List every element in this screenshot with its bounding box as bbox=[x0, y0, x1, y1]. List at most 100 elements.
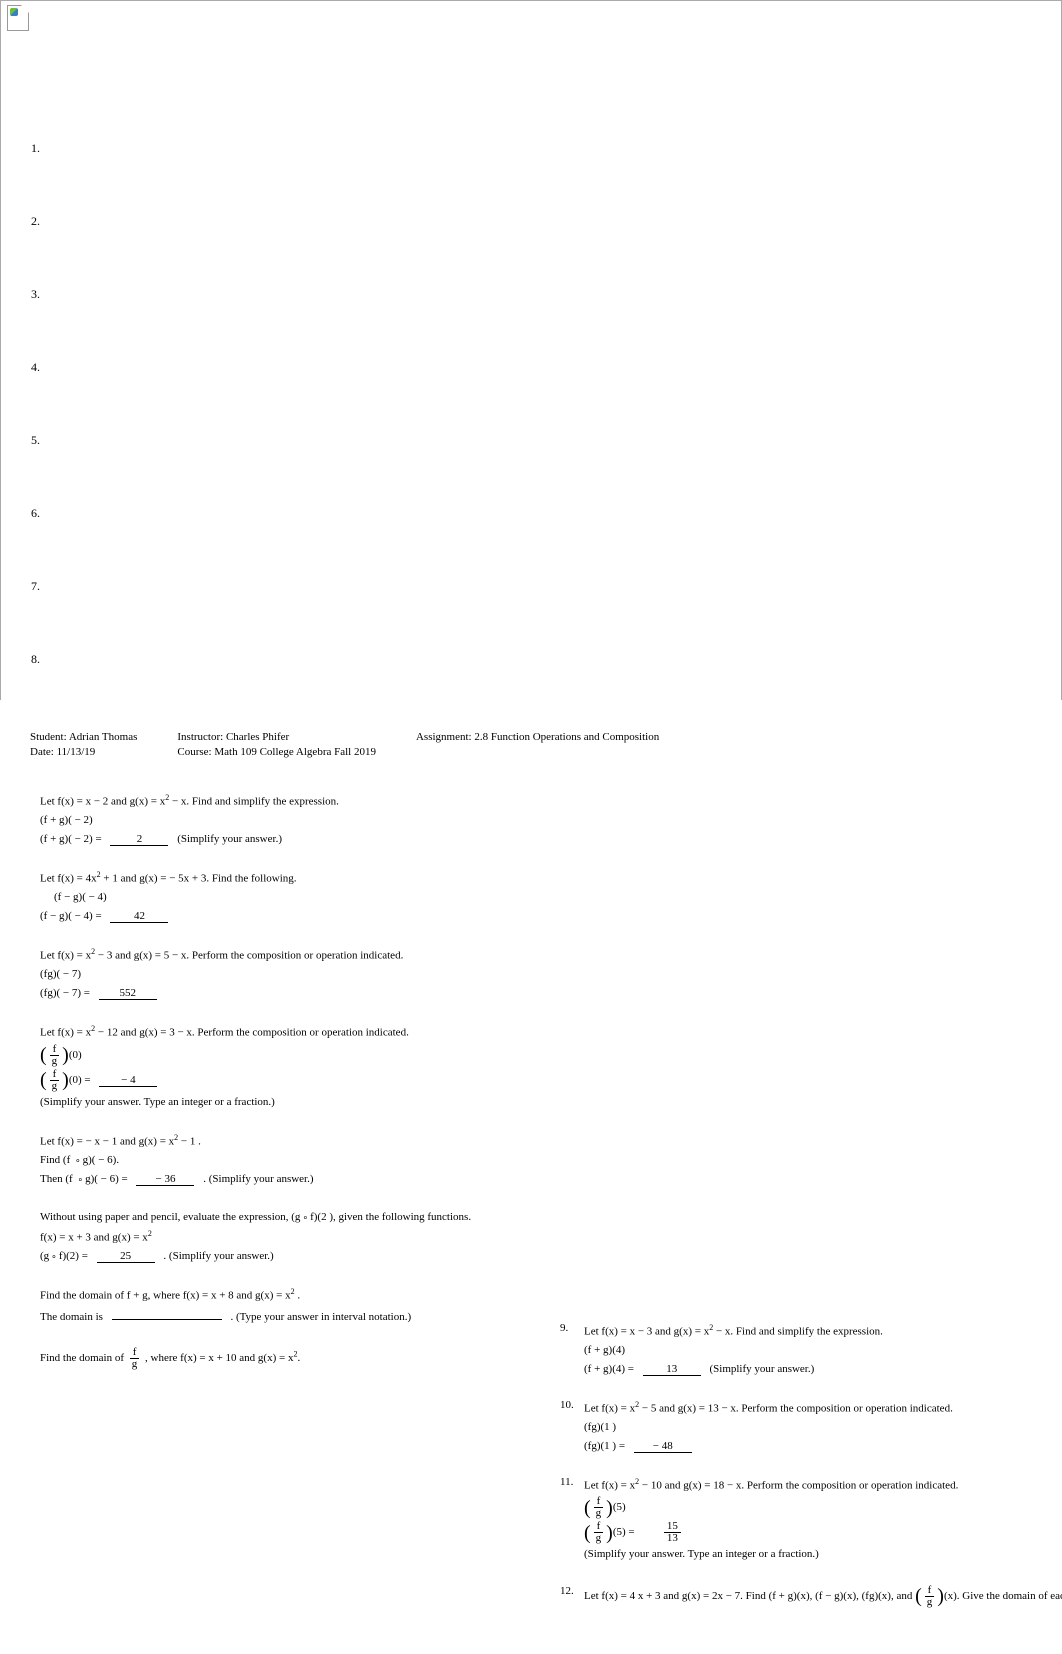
text: . (Type your answer in interval notation… bbox=[230, 1311, 411, 1323]
compose-icon: ∘ bbox=[300, 1212, 310, 1222]
f-over-g: fg bbox=[593, 1496, 605, 1519]
page-1: 1. 2. 3. 4. 5. 6. 7. 8. bbox=[0, 0, 1062, 700]
text: f)(2 ), given the following functions. bbox=[310, 1211, 471, 1223]
course-label: Course: bbox=[177, 745, 211, 760]
problem-4: Let f(x) = x2 − 12 and g(x) = 3 − x. Per… bbox=[40, 1023, 520, 1110]
text: (Simplify your answer.) bbox=[177, 833, 282, 845]
course-name: Math 109 College Algebra Fall 2019 bbox=[214, 746, 376, 758]
text: g)( − 6) = bbox=[85, 1173, 128, 1185]
date-value: 11/13/19 bbox=[57, 746, 96, 758]
text: (fg)( − 7) = bbox=[40, 987, 90, 999]
denominator: g bbox=[593, 1508, 605, 1519]
compose-icon: ∘ bbox=[73, 1155, 83, 1165]
student-label: Student: bbox=[30, 730, 67, 745]
list-item: 8. bbox=[31, 652, 40, 667]
text: f)(2) = bbox=[59, 1250, 88, 1262]
text: (g bbox=[40, 1250, 49, 1262]
text: . (Simplify your answer.) bbox=[203, 1173, 313, 1185]
text: Let f(x) = x − 2 and g(x) = x bbox=[40, 796, 165, 808]
text: Let f(x) = x bbox=[584, 1480, 635, 1492]
text: (fg)( − 7) bbox=[40, 966, 520, 983]
instructor-label: Instructor: bbox=[177, 730, 223, 745]
text: Let f(x) = x bbox=[40, 950, 91, 962]
text: (5) = bbox=[613, 1527, 635, 1539]
answer-blank[interactable] bbox=[112, 1307, 222, 1320]
fraction-paren: fg bbox=[40, 1044, 69, 1067]
text: − x. Find and simplify the expression. bbox=[169, 796, 339, 808]
compose-icon: ∘ bbox=[75, 1174, 85, 1184]
answer-blank[interactable]: 552 bbox=[99, 987, 157, 1000]
answer-blank[interactable]: 25 bbox=[97, 1250, 155, 1263]
text: Let f(x) = x − 3 and g(x) = x bbox=[584, 1326, 709, 1338]
text: Let f(x) = − x − 1 and g(x) = x bbox=[40, 1136, 174, 1148]
text: (0) bbox=[69, 1049, 82, 1061]
text: f(x) = x + 3 and g(x) = x bbox=[40, 1231, 148, 1243]
text: − 10 and g(x) = 18 − x. Perform the comp… bbox=[639, 1480, 958, 1492]
denominator: g bbox=[924, 1597, 936, 1608]
answer-blank[interactable]: 42 bbox=[110, 910, 168, 923]
answer-blank[interactable]: 1513 bbox=[643, 1521, 701, 1533]
question-number: 11. bbox=[560, 1474, 584, 1565]
numerator: f bbox=[50, 1069, 60, 1081]
problem-1: Let f(x) = x − 2 and g(x) = x 2 − x. Find… bbox=[40, 792, 520, 847]
text: (5) bbox=[613, 1502, 626, 1514]
text: + 1 and g(x) = − 5x + 3. Find the follow… bbox=[101, 873, 297, 885]
text: − 5 and g(x) = 13 − x. Perform the compo… bbox=[639, 1403, 953, 1415]
text: g)( − 6). bbox=[83, 1154, 119, 1166]
problem-10: 10. Let f(x) = x2 − 5 and g(x) = 13 − x.… bbox=[560, 1397, 1040, 1456]
numerator: f bbox=[50, 1044, 60, 1056]
answer-blank[interactable]: − 48 bbox=[634, 1440, 692, 1453]
assignment-name: 2.8 Function Operations and Composition bbox=[474, 731, 659, 743]
text: (f − g)( − 4) = bbox=[40, 910, 102, 922]
denominator: g bbox=[49, 1056, 61, 1067]
instructor-col: Instructor: Charles Phifer Course: Math … bbox=[177, 730, 376, 761]
problem-9: 9. Let f(x) = x − 3 and g(x) = x2 − x. F… bbox=[560, 1320, 1040, 1379]
denominator: g bbox=[129, 1359, 141, 1370]
text: Let f(x) = 4x bbox=[40, 873, 97, 885]
text: − x. Find and simplify the expression. bbox=[713, 1326, 883, 1338]
f-over-g: fg bbox=[49, 1044, 61, 1067]
instructor-name: Charles Phifer bbox=[226, 731, 289, 743]
text: (fg)(1 ) bbox=[584, 1419, 1040, 1436]
denominator: g bbox=[49, 1081, 61, 1092]
fraction-paren: fg bbox=[40, 1069, 69, 1092]
text: + g, where f(x) = x + 8 and g(x) = x bbox=[133, 1290, 290, 1302]
text: − 1 . bbox=[178, 1136, 201, 1148]
problem-11: 11. Let f(x) = x2 − 10 and g(x) = 18 − x… bbox=[560, 1474, 1040, 1565]
assignment-col: Assignment: 2.8 Function Operations and … bbox=[416, 730, 659, 761]
list-item: 3. bbox=[31, 287, 40, 302]
exponent: 2 bbox=[148, 1229, 152, 1238]
text: (f + g)( − 2) = bbox=[40, 833, 102, 845]
denominator: g bbox=[593, 1533, 605, 1544]
text: . bbox=[297, 1352, 300, 1364]
answer-blank[interactable]: 13 bbox=[643, 1363, 701, 1376]
f-over-g: fg bbox=[49, 1069, 61, 1092]
text: Find the domain of f bbox=[40, 1290, 133, 1302]
date-label: Date: bbox=[30, 745, 54, 760]
fraction-paren: fg bbox=[915, 1585, 944, 1608]
question-number: 10. bbox=[560, 1397, 584, 1456]
text: (x). Give the domain of each. bbox=[944, 1590, 1062, 1602]
text: Without using paper and pencil, evaluate… bbox=[40, 1211, 300, 1223]
question-number-list: 1. 2. 3. 4. 5. 6. 7. 8. bbox=[31, 141, 40, 725]
answer-blank[interactable]: 2 bbox=[110, 833, 168, 846]
problem-2: Let f(x) = 4x2 + 1 and g(x) = − 5x + 3. … bbox=[40, 869, 520, 924]
text: (f + g)(4) bbox=[584, 1342, 1040, 1359]
text: . (Simplify your answer.) bbox=[163, 1250, 273, 1262]
broken-image-icon bbox=[7, 5, 29, 31]
text: , where f(x) = x + 10 and g(x) = x bbox=[145, 1352, 293, 1364]
assignment-header: Student: Adrian Thomas Date: 11/13/19 In… bbox=[30, 730, 659, 761]
text: Let f(x) = x bbox=[584, 1403, 635, 1415]
question-number: 9. bbox=[560, 1320, 584, 1379]
list-item: 2. bbox=[31, 214, 40, 229]
answer-blank[interactable]: − 4 bbox=[99, 1074, 157, 1087]
text: − 3 and g(x) = 5 − x. Perform the compos… bbox=[95, 950, 403, 962]
question-number: 12. bbox=[560, 1583, 584, 1610]
text: Find (f bbox=[40, 1154, 73, 1166]
text: Let f(x) = 4 x + 3 and g(x) = 2x − 7. Fi… bbox=[584, 1590, 915, 1602]
answer-blank[interactable]: − 36 bbox=[136, 1173, 194, 1186]
text: (Simplify your answer.) bbox=[709, 1363, 814, 1375]
text: (f − g)( − 4) bbox=[40, 889, 520, 906]
list-item: 7. bbox=[31, 579, 40, 594]
list-item: 6. bbox=[31, 506, 40, 521]
